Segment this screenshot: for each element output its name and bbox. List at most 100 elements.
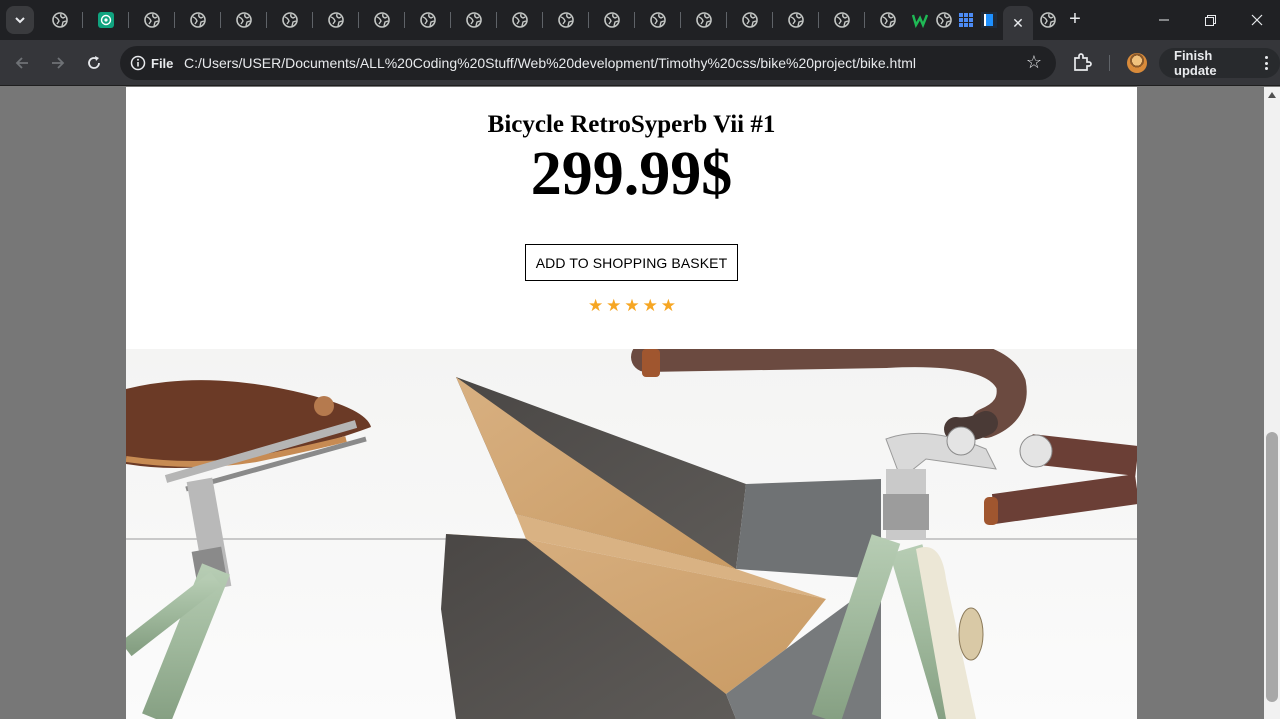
close-window-button[interactable]: [1247, 10, 1267, 30]
tab-10[interactable]: [460, 6, 488, 34]
tab-separator: [266, 12, 267, 28]
tab-19[interactable]: [874, 6, 902, 34]
globe-icon: [834, 12, 850, 28]
grid-apps-icon: [959, 13, 973, 27]
back-button[interactable]: [10, 51, 34, 75]
add-to-basket-button[interactable]: ADD TO SHOPPING BASKET: [525, 244, 738, 281]
webflow-icon: [912, 14, 928, 28]
tab-14[interactable]: [644, 6, 672, 34]
tab-separator: [174, 12, 175, 28]
tab-8[interactable]: [368, 6, 396, 34]
tab-separator: [772, 12, 773, 28]
tab-active-bike-page[interactable]: ✕: [1003, 6, 1033, 40]
tab-17[interactable]: [782, 6, 810, 34]
tab-11[interactable]: [506, 6, 534, 34]
globe-icon: [604, 12, 620, 28]
globe-icon: [742, 12, 758, 28]
globe-icon: [936, 12, 952, 28]
star-icon: ★: [624, 296, 640, 315]
globe-icon: [512, 12, 528, 28]
tab-7[interactable]: [322, 6, 350, 34]
minimize-icon: [1159, 19, 1169, 21]
tab-6[interactable]: [276, 6, 304, 34]
tab-3[interactable]: [138, 6, 166, 34]
site-info-chip[interactable]: File: [126, 51, 181, 75]
tab-separator: [726, 12, 727, 28]
bookmark-star-icon[interactable]: ☆: [1026, 53, 1042, 71]
globe-icon: [52, 12, 68, 28]
tab-16[interactable]: [736, 6, 764, 34]
tab-5[interactable]: [230, 6, 258, 34]
globe-icon: [328, 12, 344, 28]
info-icon: [130, 55, 146, 71]
globe-icon: [558, 12, 574, 28]
bike-photo: [126, 349, 1137, 719]
globe-icon: [374, 12, 390, 28]
forward-button[interactable]: [46, 51, 70, 75]
globe-icon: [420, 12, 436, 28]
tab-separator: [680, 12, 681, 28]
tab-separator: [450, 12, 451, 28]
tab-strip: ✕ +: [0, 0, 1280, 40]
puzzle-icon: [1074, 53, 1092, 71]
globe-icon: [466, 12, 482, 28]
restore-button[interactable]: [1200, 10, 1220, 30]
url-text[interactable]: C:/Users/USER/Documents/ALL%20Coding%20S…: [184, 55, 916, 71]
star-icon: ★: [660, 296, 677, 315]
page-viewport: Bicycle RetroSyperb Vii #1 299.99$ ADD T…: [0, 87, 1264, 719]
tab-2[interactable]: [92, 6, 120, 34]
tab-separator: [634, 12, 635, 28]
file-scheme-label: File: [151, 55, 174, 71]
tab-4[interactable]: [184, 6, 212, 34]
star-icon: ★: [606, 296, 622, 315]
reload-button[interactable]: [82, 51, 106, 75]
vertical-scrollbar[interactable]: [1264, 87, 1280, 719]
extensions-button[interactable]: [1071, 51, 1093, 73]
tab-1[interactable]: [46, 6, 74, 34]
tab-separator: [496, 12, 497, 28]
toolbar-divider: [1109, 55, 1110, 71]
finish-update-button[interactable]: Finish update: [1159, 48, 1280, 78]
tab-separator: [128, 12, 129, 28]
chevron-down-icon: [15, 16, 25, 23]
chatgpt-icon: [98, 12, 114, 28]
product-price: 299.99$: [530, 140, 733, 208]
reload-icon: [88, 56, 100, 69]
scroll-up-arrow-icon[interactable]: [1267, 90, 1277, 100]
globe-icon: [880, 12, 896, 28]
rating-stars: ★ ★ ★ ★ ★: [587, 296, 677, 316]
tab-12[interactable]: [552, 6, 580, 34]
profile-avatar[interactable]: [1127, 53, 1147, 73]
tab-separator: [818, 12, 819, 28]
globe-icon: [282, 12, 298, 28]
tab-18[interactable]: [828, 6, 856, 34]
globe-icon: [144, 12, 160, 28]
tab-separator: [358, 12, 359, 28]
arrow-right-icon: [52, 57, 65, 69]
tab-13[interactable]: [598, 6, 626, 34]
tab-23[interactable]: [975, 6, 1003, 34]
vscode-icon: [981, 12, 997, 28]
product-title: Bicycle RetroSyperb Vii #1: [487, 111, 776, 138]
tab-separator: [864, 12, 865, 28]
tab-separator: [220, 12, 221, 28]
star-icon: ★: [587, 296, 604, 315]
tab-24[interactable]: [1034, 6, 1062, 34]
tab-search-button[interactable]: [6, 6, 34, 34]
tab-separator: [82, 12, 83, 28]
address-bar[interactable]: File C:/Users/USER/Documents/ALL%20Codin…: [120, 46, 1056, 80]
minimize-button[interactable]: [1154, 10, 1174, 30]
scroll-thumb[interactable]: [1266, 432, 1278, 702]
tab-15[interactable]: [690, 6, 718, 34]
tab-separator: [312, 12, 313, 28]
globe-icon: [650, 12, 666, 28]
globe-icon: [1040, 12, 1056, 28]
tab-9[interactable]: [414, 6, 442, 34]
close-tab-icon[interactable]: ✕: [1012, 15, 1024, 32]
tab-separator: [588, 12, 589, 28]
more-vert-icon: [1264, 56, 1268, 70]
new-tab-button[interactable]: +: [1064, 9, 1086, 31]
globe-icon: [236, 12, 252, 28]
finish-update-label: Finish update: [1174, 48, 1217, 78]
globe-icon: [788, 12, 804, 28]
